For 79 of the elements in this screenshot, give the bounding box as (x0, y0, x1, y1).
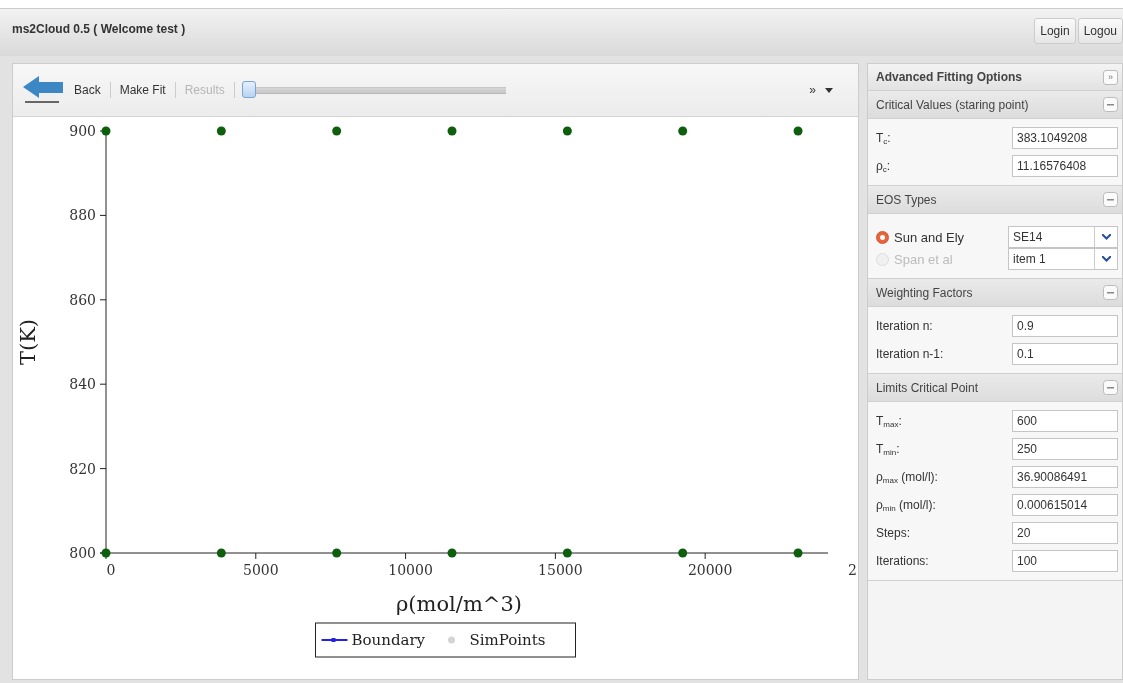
data-point (101, 548, 111, 558)
back-arrow-icon[interactable] (23, 75, 65, 105)
field-label: T$_{max}$: (876, 413, 902, 429)
y-tick-label: 900 (69, 123, 96, 139)
x-tick-label: 15000 (538, 562, 583, 578)
input-field[interactable]: 0.000615014 (1012, 494, 1118, 516)
input-field[interactable]: 383.1049208 (1012, 127, 1118, 149)
data-point (332, 548, 342, 558)
input-field[interactable]: 250 (1012, 438, 1118, 460)
input-field[interactable]: 0.1 (1012, 343, 1118, 365)
input-field[interactable]: 11.16576408 (1012, 155, 1118, 177)
overflow-button[interactable]: » (809, 83, 816, 97)
panel-title: Advanced Fitting Options (876, 70, 1022, 84)
data-point (447, 126, 457, 136)
header-button[interactable]: Logou (1077, 18, 1123, 44)
input-field[interactable]: 20 (1012, 522, 1118, 544)
legend-marker (331, 638, 336, 642)
data-point (793, 548, 803, 558)
minus-icon[interactable] (1103, 380, 1118, 395)
y-tick-label: 860 (69, 291, 96, 308)
chevron-down-icon (1101, 256, 1111, 262)
data-point (562, 548, 572, 558)
app-title: ms2Cloud 0.5 ( Welcome test ) (12, 22, 186, 36)
back-button[interactable]: Back (74, 83, 101, 97)
minus-icon[interactable] (1103, 285, 1118, 300)
input-field[interactable]: 0.9 (1012, 315, 1118, 337)
field-label: T$_{min}$: (876, 441, 900, 457)
data-point (678, 548, 688, 558)
section-header[interactable]: Limits Critical Point (868, 374, 1122, 402)
collapse-button[interactable]: » (1103, 69, 1118, 85)
x-tick-label: 0 (106, 562, 116, 578)
field-label: T$_{c}$: (876, 130, 891, 146)
caret-icon[interactable] (825, 87, 833, 93)
section-title: EOS Types (876, 192, 937, 207)
section-header[interactable]: EOS Types (868, 186, 1122, 214)
y-tick-label: 840 (69, 376, 96, 393)
x-tick-label: 5000 (242, 562, 279, 578)
x-tick-label: 2 (848, 562, 857, 578)
field-label: ρ$_{c}$: (876, 158, 891, 174)
chevron-down-icon (1101, 234, 1111, 240)
field-label: Iteration n-1: (876, 347, 944, 361)
legend-label: Boundary (351, 631, 426, 649)
field-label: Iteration n: (876, 319, 933, 333)
data-point (332, 126, 342, 136)
data-point (216, 126, 226, 136)
header-button[interactable]: Login (1034, 18, 1076, 44)
input-field[interactable]: 100 (1012, 550, 1118, 572)
y-axis-title: T(K) (16, 318, 40, 366)
x-tick-label: 10000 (388, 562, 433, 578)
field-label: ρ$_{min}$ (mol/l): (876, 497, 936, 513)
input-field[interactable]: 36.90086491 (1012, 466, 1118, 488)
section-header[interactable]: Critical Values (staring point) (868, 91, 1122, 119)
y-tick-label: 880 (69, 207, 96, 224)
field-label: Iterations: (876, 554, 929, 568)
minus-icon[interactable] (1103, 97, 1118, 112)
data-point (678, 126, 688, 136)
input-field[interactable]: 600 (1012, 410, 1118, 432)
minus-icon[interactable] (1103, 192, 1118, 207)
field-label: Steps: (876, 526, 911, 540)
data-point (447, 548, 457, 558)
section-title: Weighting Factors (876, 285, 973, 300)
data-point (562, 126, 572, 136)
data-point (793, 126, 803, 136)
slider-thumb[interactable] (241, 80, 256, 98)
dropdown[interactable]: SE14 (1008, 226, 1118, 248)
data-point (101, 126, 111, 136)
x-axis-title: ρ(mol/m^3) (396, 592, 522, 616)
toolbar-button[interactable]: Make Fit (119, 83, 166, 97)
radio-button[interactable] (876, 230, 889, 244)
section-title: Critical Values (staring point) (876, 97, 1029, 112)
y-tick-label: 820 (69, 460, 96, 477)
data-point (216, 548, 226, 558)
legend-label: SimPoints (469, 631, 546, 649)
section-header[interactable]: Weighting Factors (868, 279, 1122, 307)
x-tick-label: 20000 (687, 562, 733, 578)
section-title: Limits Critical Point (876, 380, 979, 395)
field-label: ρ$_{max}$ (mol/l): (876, 469, 938, 485)
radio-option[interactable]: Sun and Ely (876, 229, 965, 245)
y-tick-label: 800 (69, 545, 96, 561)
